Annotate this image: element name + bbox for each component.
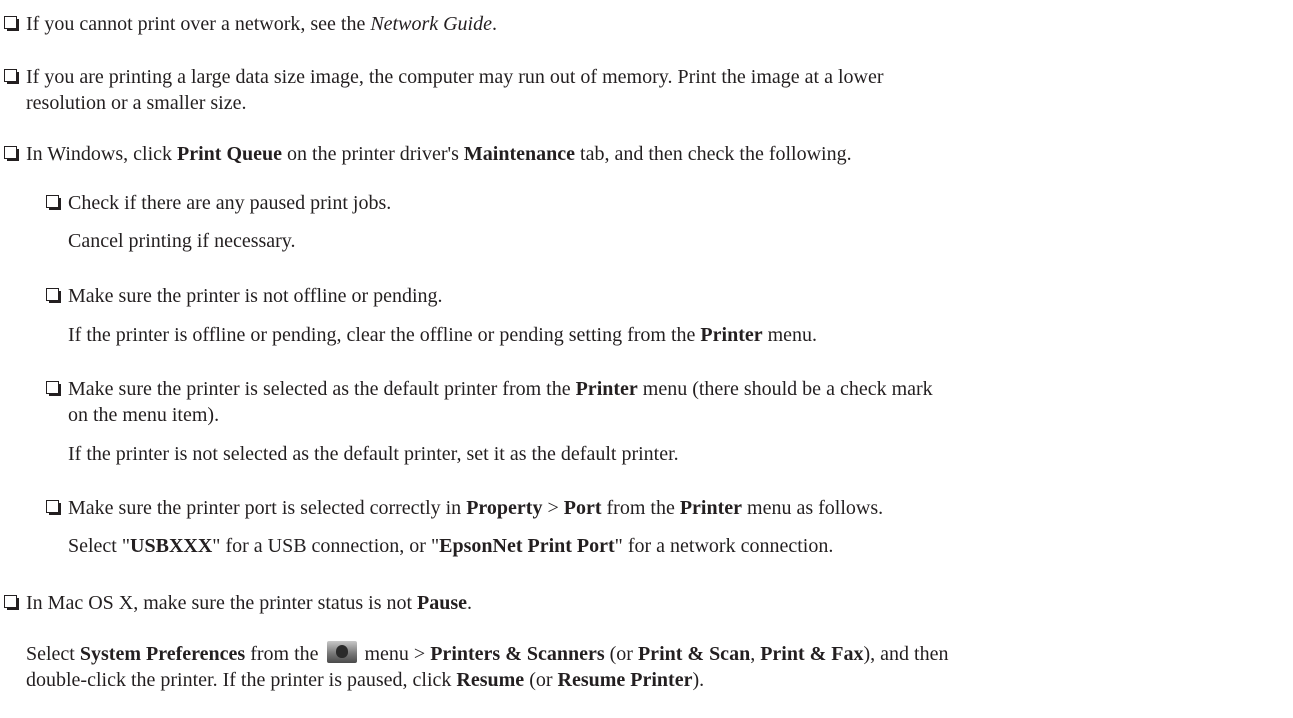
bullet-text: If you are printing a large data size im… [26, 66, 884, 114]
checkbox-bullet-icon [4, 595, 19, 610]
checkbox-bullet-icon [4, 69, 19, 84]
subbullet-text: Make sure the printer is selected as the… [68, 378, 933, 426]
subbullet-note: Select "USBXXX" for a USB connection, or… [68, 535, 834, 557]
checkbox-bullet-icon [4, 146, 19, 161]
mac-instructions: Select System Preferences from the menu … [26, 641, 949, 691]
checkbox-bullet-icon [4, 16, 19, 31]
checkbox-bullet-icon [46, 381, 61, 396]
subbullet-text: Check if there are any paused print jobs… [68, 192, 392, 214]
checkbox-bullet-icon [46, 195, 61, 210]
checkbox-bullet-icon [46, 288, 61, 303]
bullet-text: In Mac OS X, make sure the printer statu… [26, 592, 473, 614]
subbullet-text: Make sure the printer port is selected c… [68, 497, 884, 519]
subbullet-note: If the printer is offline or pending, cl… [68, 324, 818, 346]
bullet-text: In Windows, click Print Queue on the pri… [26, 143, 852, 165]
bullet-text: If you cannot print over a network, see … [26, 13, 497, 35]
subbullet-note: If the printer is not selected as the de… [68, 443, 679, 465]
network-guide-ref: Network Guide [370, 13, 492, 35]
apple-menu-icon [326, 641, 357, 663]
checkbox-bullet-icon [46, 500, 61, 515]
subbullet-note: Cancel printing if necessary. [68, 230, 296, 252]
document-page: If you cannot print over a network, see … [0, 0, 1293, 718]
subbullet-text: Make sure the printer is not offline or … [68, 285, 443, 307]
